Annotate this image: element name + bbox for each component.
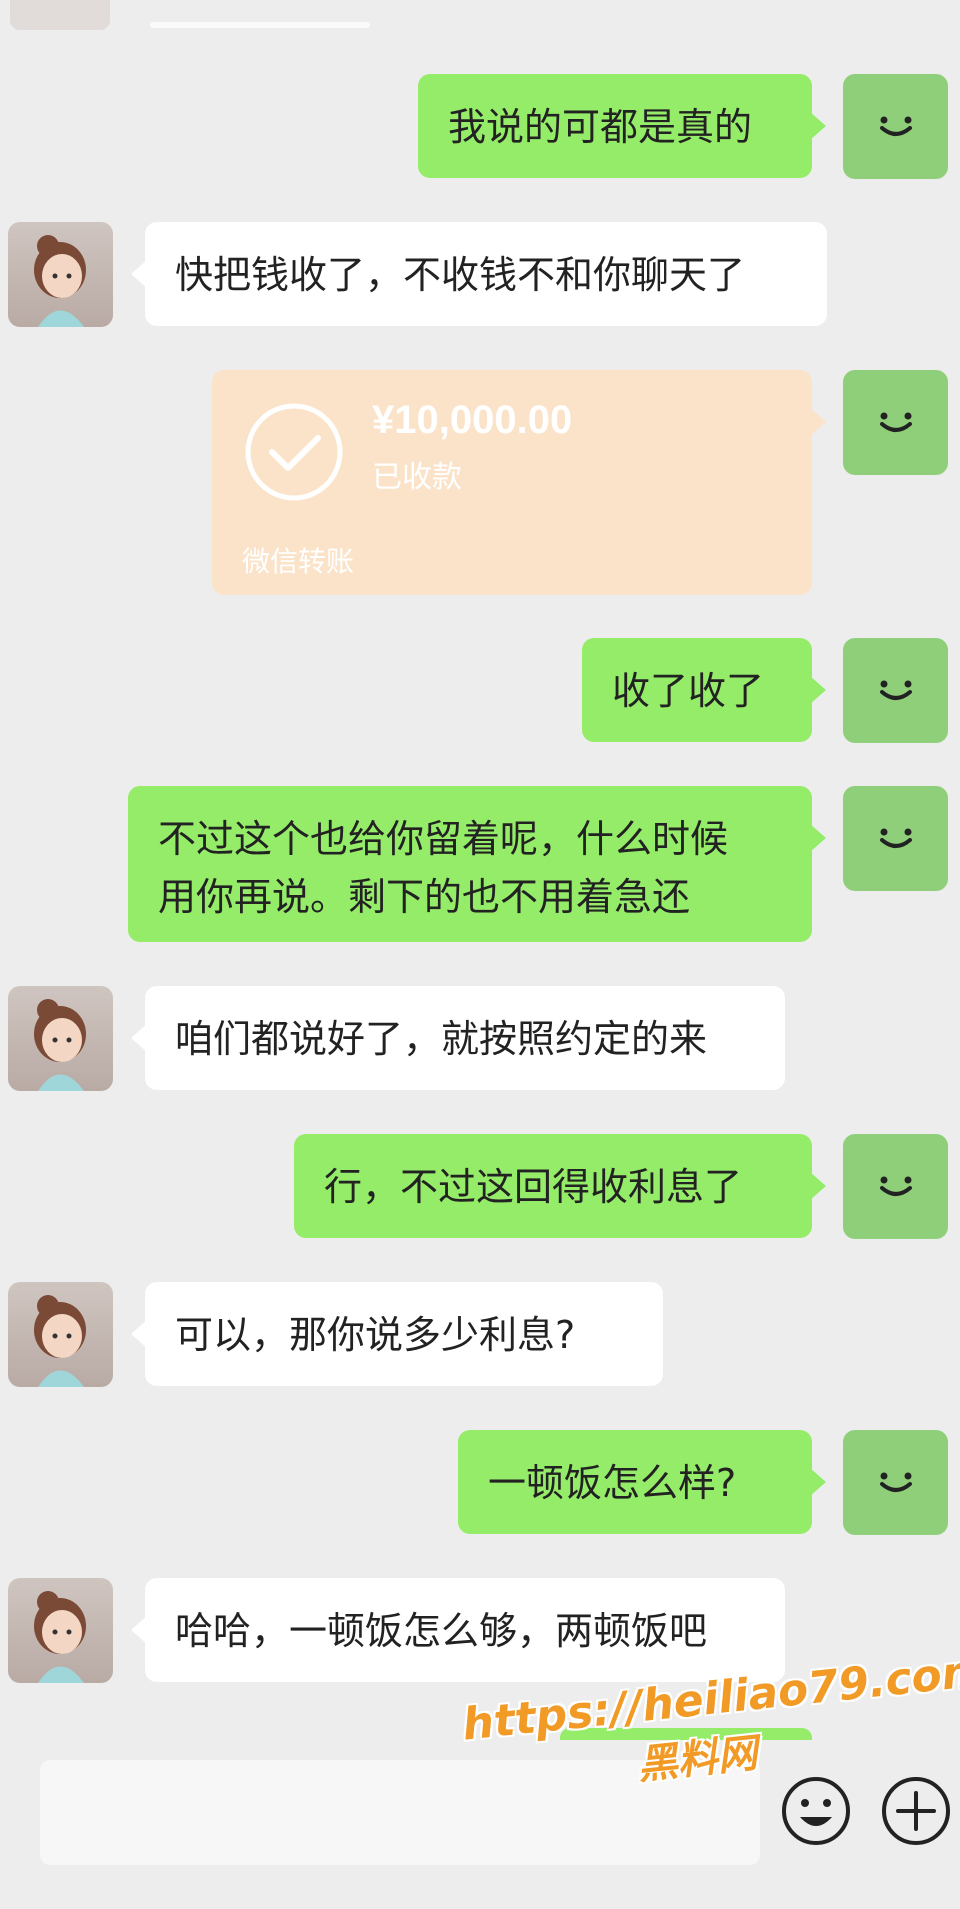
message-text: 咱们都说好了，就按照约定的来 [175, 1017, 708, 1061]
my-avatar[interactable] [843, 1430, 948, 1535]
message-text: 快把钱收了，不收钱不和你聊天了 [175, 253, 746, 297]
contact-avatar[interactable] [8, 1282, 113, 1387]
smile-face-icon [879, 1472, 912, 1492]
smile-face-icon [879, 828, 912, 848]
message-bubble-received[interactable]: 可以，那你说多少利息? [131, 1282, 663, 1386]
my-avatar[interactable] [843, 638, 948, 743]
transfer-status: 已收款 [372, 460, 462, 495]
message-text-line: 用你再说。剩下的也不用着急还 [158, 875, 691, 919]
message-text: 可以，那你说多少利息? [175, 1313, 576, 1357]
my-avatar[interactable] [843, 370, 948, 475]
transfer-amount: ¥10,000.00 [372, 398, 573, 442]
message-bubble-sent[interactable]: 行，不过这回得收利息了 [294, 1134, 826, 1238]
message-bubble-received[interactable]: 咱们都说好了，就按照约定的来 [131, 986, 785, 1090]
message-bubble-received[interactable]: 快把钱收了，不收钱不和你聊天了 [131, 222, 827, 326]
smile-face-icon [879, 412, 912, 432]
message-bubble-sent[interactable]: 一顿饭怎么样? [458, 1430, 826, 1534]
smile-face-icon [879, 116, 912, 136]
smile-face-icon [879, 1176, 912, 1196]
message-text: 我说的可都是真的 [448, 105, 753, 149]
transfer-card[interactable]: ¥10,000.00 已收款 微信转账 [212, 370, 826, 595]
contact-avatar[interactable] [8, 1578, 113, 1683]
previous-avatar-fragment [10, 0, 110, 30]
girl-avatar-icon [34, 1295, 86, 1387]
my-avatar[interactable] [843, 74, 948, 179]
message-bubble-sent[interactable]: 收了收了 [582, 638, 826, 742]
message-text-line: 不过这个也给你留着呢，什么时候 [158, 817, 729, 861]
message-text: 行，不过这回得收利息了 [324, 1165, 743, 1209]
message-bubble-sent[interactable]: 不过这个也给你留着呢，什么时候 用你再说。剩下的也不用着急还 [128, 786, 826, 942]
check-circle-icon [245, 403, 343, 501]
message-bubble-received[interactable]: 哈哈，一顿饭怎么够，两顿饭吧 [131, 1578, 785, 1682]
my-avatar[interactable] [843, 786, 948, 891]
girl-avatar-icon [34, 1591, 86, 1683]
smile-face-icon [879, 680, 912, 700]
transfer-source-label: 微信转账 [242, 545, 355, 578]
girl-avatar-icon [34, 235, 86, 327]
contact-avatar[interactable] [8, 986, 113, 1091]
message-text: 一顿饭怎么样? [488, 1461, 737, 1505]
girl-avatar-icon [34, 999, 86, 1091]
message-text: 收了收了 [612, 669, 765, 713]
message-text: 哈哈，一顿饭怎么够，两顿饭吧 [175, 1609, 708, 1653]
message-bubble-sent[interactable]: 我说的可都是真的 [418, 74, 826, 178]
my-avatar[interactable] [843, 1134, 948, 1239]
contact-avatar[interactable] [8, 222, 113, 327]
previous-bubble-fragment [150, 22, 370, 28]
